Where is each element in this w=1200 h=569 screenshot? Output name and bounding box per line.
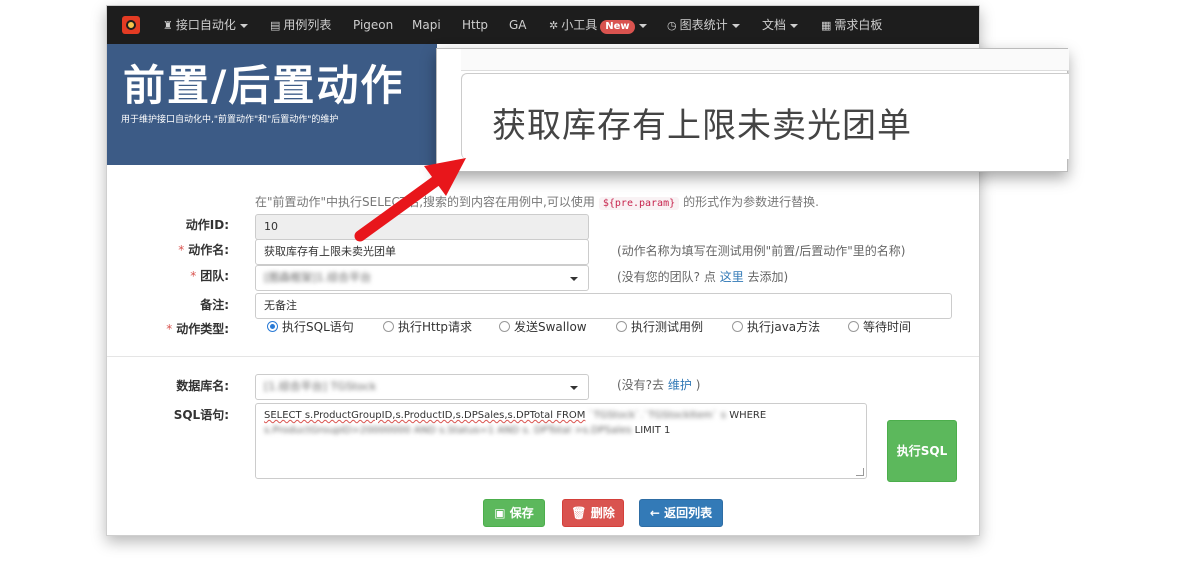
db-hint: (没有?去 维护 ) <box>617 378 701 392</box>
save-button[interactable]: ▣ 保存 <box>483 499 545 527</box>
param-code: ${pre.param} <box>598 197 680 210</box>
remark-input[interactable]: 无备注 <box>255 293 952 319</box>
radio-wait-time[interactable]: 等待时间 <box>848 318 911 335</box>
team-hint: (没有您的团队? 点 这里 去添加) <box>617 270 789 284</box>
add-team-link[interactable]: 这里 <box>720 270 744 284</box>
action-id-field: 10 <box>255 214 589 240</box>
sql-textarea[interactable]: SELECT s.ProductGroupID,s.ProductID,s.DP… <box>255 403 867 479</box>
arrow-left-icon: ← <box>649 506 665 520</box>
exec-sql-button[interactable]: 执行SQL <box>887 420 957 482</box>
section-divider <box>107 356 979 357</box>
top-navbar: ♜ 接口自动化 ▤ 用例列表 Pigeon Mapi Http GA ✲ 小工具 New… <box>107 6 979 44</box>
action-name-input[interactable]: 获取库存有上限未卖光团单 <box>255 239 589 265</box>
nav-item-ga[interactable]: GA <box>509 6 527 44</box>
clock-icon: ◷ <box>667 19 677 32</box>
required-asterisk-icon: * <box>166 322 173 336</box>
action-name-label: * 动作名: <box>178 243 229 257</box>
zoom-callout-field: 获取库存有上限未卖光团单 <box>461 73 1069 159</box>
required-asterisk-icon: * <box>178 243 185 257</box>
db-select[interactable]: [1.综合平台] TGStock <box>255 374 589 400</box>
page-subtitle: 用于维护接口自动化中,"前置动作"和"后置动作"的维护 <box>121 115 339 125</box>
radio-button[interactable] <box>616 321 627 332</box>
sql-line-1: SELECT s.ProductGroupID,s.ProductID,s.DP… <box>264 410 767 421</box>
radio-button[interactable] <box>732 321 743 332</box>
action-id-label: 动作ID: <box>185 218 229 232</box>
logo-icon[interactable] <box>122 16 140 34</box>
db-name-label: 数据库名: <box>176 379 229 393</box>
team-label: * 团队: <box>190 269 229 283</box>
radio-exec-sql[interactable]: 执行SQL语句 <box>267 318 354 335</box>
chevron-down-icon <box>570 277 578 281</box>
resize-handle-icon[interactable] <box>856 468 864 476</box>
sql-label: SQL语句: <box>173 408 229 422</box>
zoom-callout-text: 获取库存有上限未卖光团单 <box>492 106 912 146</box>
nav-item-mapi[interactable]: Mapi <box>412 6 441 44</box>
radio-exec-http[interactable]: 执行Http请求 <box>383 318 472 335</box>
maintain-db-link[interactable]: 维护 <box>668 378 692 392</box>
list-icon: ▤ <box>270 19 281 32</box>
delete-button[interactable]: 🗑 删除 <box>562 499 624 527</box>
nav-item-docs[interactable]: 文档 <box>762 6 799 44</box>
radio-button[interactable] <box>267 321 278 332</box>
castle-icon: ♜ <box>163 19 173 32</box>
zoom-callout-top-edge <box>461 49 1069 71</box>
trash-icon: 🗑 <box>571 506 591 520</box>
caret-down-icon <box>638 23 647 28</box>
action-type-label: * 动作类型: <box>166 322 229 336</box>
nav-item-case-list[interactable]: ▤ 用例列表 <box>270 6 331 44</box>
remark-label: 备注: <box>200 298 229 312</box>
page-title: 前置/后置动作 <box>123 61 405 110</box>
radio-button[interactable] <box>848 321 859 332</box>
new-badge: New <box>600 20 635 34</box>
radio-button[interactable] <box>383 321 394 332</box>
nav-item-pigeon[interactable]: Pigeon <box>353 6 393 44</box>
nav-item-requirement-board[interactable]: ▦ 需求白板 <box>821 6 882 44</box>
radio-send-swallow[interactable]: 发送Swallow <box>499 318 587 335</box>
radio-button[interactable] <box>499 321 510 332</box>
team-select[interactable]: [图森框架]1.综合平台 <box>255 265 589 291</box>
action-name-hint: (动作名称为填写在测试用例"前置/后置动作"里的名称) <box>617 244 906 258</box>
radio-exec-java[interactable]: 执行java方法 <box>732 318 820 335</box>
nav-item-chart-stats[interactable]: ◷ 图表统计 <box>667 6 740 44</box>
board-icon: ▦ <box>821 19 832 32</box>
info-text: 在"前置动作"中执行SELECT后,搜索的到内容在用例中,可以使用 ${pre.p… <box>255 195 819 210</box>
chevron-down-icon <box>570 386 578 390</box>
nav-item-tools[interactable]: ✲ 小工具 New <box>549 6 647 44</box>
nav-item-interface-automation[interactable]: ♜ 接口自动化 <box>163 6 248 44</box>
sql-line-2: s.ProductGroupID>20000000 AND s.Status=1… <box>264 425 671 436</box>
required-asterisk-icon: * <box>190 269 197 283</box>
radio-exec-test-case[interactable]: 执行测试用例 <box>616 318 703 335</box>
floppy-icon: ▣ <box>494 506 510 520</box>
back-to-list-button[interactable]: ← 返回列表 <box>639 499 723 527</box>
caret-down-icon <box>731 23 740 28</box>
gear-icon: ✲ <box>549 19 559 32</box>
caret-down-icon <box>790 23 799 28</box>
zoom-callout: 获取库存有上限未卖光团单 <box>436 48 1069 172</box>
page-header-banner: 前置/后置动作 用于维护接口自动化中,"前置动作"和"后置动作"的维护 <box>107 44 437 165</box>
nav-item-http[interactable]: Http <box>462 6 488 44</box>
caret-down-icon <box>239 23 248 28</box>
